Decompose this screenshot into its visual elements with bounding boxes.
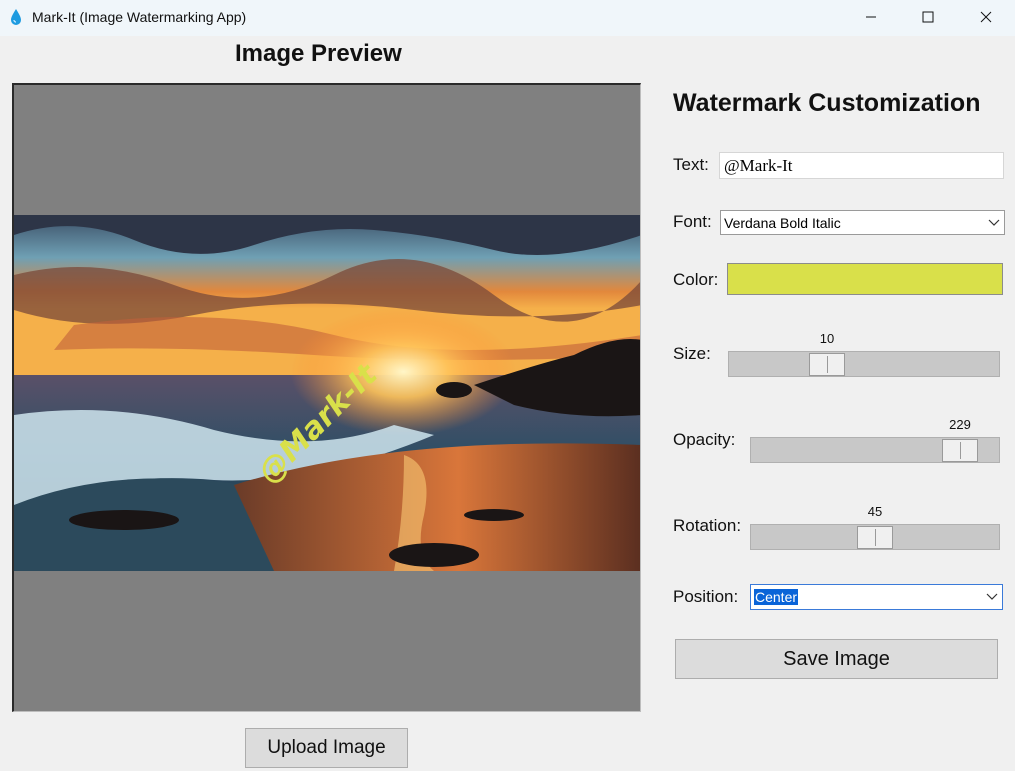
maximize-button[interactable]: [899, 0, 957, 34]
window-title: Mark-It (Image Watermarking App): [32, 9, 247, 25]
customization-title: Watermark Customization: [673, 89, 981, 117]
water-drop-icon: [11, 9, 21, 25]
title-bar: Mark-It (Image Watermarking App): [0, 0, 1015, 36]
position-select[interactable]: Center: [750, 584, 1003, 610]
rotation-value: 45: [867, 504, 883, 519]
image-preview-canvas: @Mark-It: [12, 83, 641, 712]
opacity-slider[interactable]: [750, 437, 1000, 463]
font-select-value: Verdana Bold Italic: [724, 214, 841, 231]
preview-image: @Mark-It: [14, 215, 640, 571]
chevron-down-icon: [982, 585, 1002, 609]
opacity-slider-thumb[interactable]: [942, 439, 978, 462]
color-picker-swatch[interactable]: [727, 263, 1003, 295]
text-label: Text:: [673, 155, 709, 174]
font-select[interactable]: Verdana Bold Italic: [720, 210, 1005, 235]
watermark-text-input[interactable]: [719, 152, 1004, 179]
position-label: Position:: [673, 587, 739, 606]
maximize-icon: [922, 11, 934, 23]
size-slider[interactable]: [728, 351, 1000, 377]
rotation-label: Rotation:: [673, 516, 742, 535]
color-label: Color:: [673, 270, 719, 289]
save-image-button[interactable]: Save Image: [675, 639, 998, 679]
upload-image-button[interactable]: Upload Image: [245, 728, 408, 768]
opacity-value: 229: [949, 417, 971, 432]
rotation-slider[interactable]: [750, 524, 1000, 550]
chevron-down-icon: [984, 211, 1004, 234]
size-slider-thumb[interactable]: [809, 353, 845, 376]
opacity-label: Opacity:: [673, 430, 736, 449]
size-label: Size:: [673, 344, 711, 363]
close-icon: [980, 11, 992, 23]
minimize-icon: [866, 16, 876, 18]
rotation-slider-thumb[interactable]: [857, 526, 893, 549]
close-button[interactable]: [957, 0, 1015, 34]
preview-title: Image Preview: [235, 40, 402, 67]
size-value: 10: [819, 331, 835, 346]
font-label: Font:: [673, 212, 712, 231]
position-select-value: Center: [754, 589, 799, 605]
minimize-button[interactable]: [842, 0, 900, 34]
